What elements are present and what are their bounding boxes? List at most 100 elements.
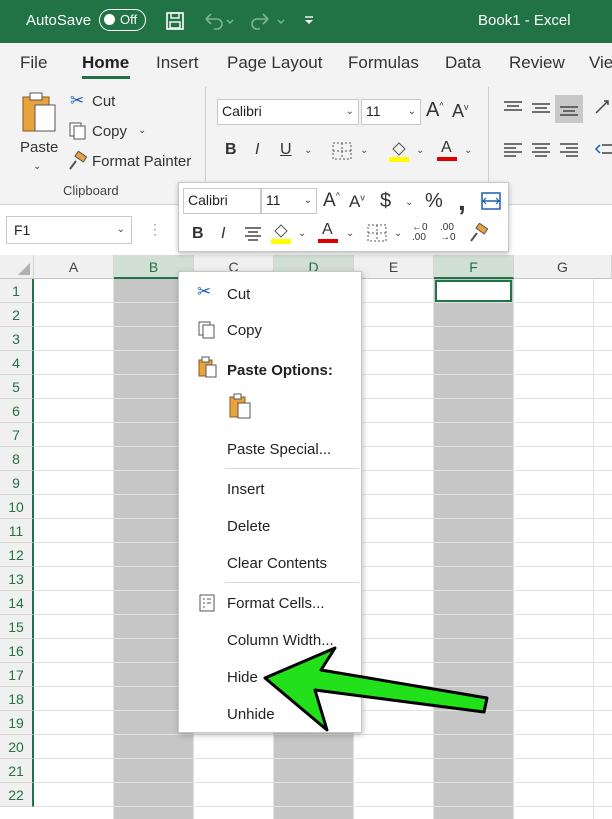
row-header-11[interactable]: 11 [0,519,34,543]
fill-color-icon[interactable] [388,139,410,163]
row-header-22[interactable]: 22 [0,783,34,807]
row-header-15[interactable]: 15 [0,615,34,639]
borders-icon[interactable] [366,223,388,243]
paste-options-header: Paste Options: [227,362,333,379]
align-center-icon[interactable] [243,225,263,243]
comma-style-icon[interactable]: , [458,185,466,217]
undo-icon[interactable] [201,10,237,32]
increase-font-icon[interactable]: A^ [426,99,444,122]
percent-style-icon[interactable]: % [425,190,443,213]
row-header-12[interactable]: 12 [0,543,34,567]
orientation-icon[interactable] [592,97,612,117]
menu-separator [225,468,359,469]
align-right-icon[interactable] [558,141,580,159]
menu-item-label: Clear Contents [227,555,328,572]
tab-view[interactable]: Vie [589,53,612,73]
menu-item-format-cells[interactable]: Format Cells... [179,585,361,621]
row-header-18[interactable]: 18 [0,687,34,711]
row-header-7[interactable]: 7 [0,423,34,447]
row-header-1[interactable]: 1 [0,279,34,303]
row-header-16[interactable]: 16 [0,639,34,663]
font-color-icon[interactable]: A [318,221,340,245]
row-header-9[interactable]: 9 [0,471,34,495]
select-all-corner[interactable] [0,255,34,279]
tab-file[interactable]: File [20,53,47,73]
decrease-indent-icon[interactable] [594,141,612,159]
italic-button[interactable]: I [255,141,259,159]
gridline-horizontal [34,758,612,759]
menu-item-clear-contents[interactable]: Clear Contents [179,545,361,581]
save-icon[interactable] [163,10,187,32]
paintbrush-icon[interactable] [469,223,489,243]
customize-toolbar-icon[interactable] [300,10,318,32]
column-header-e[interactable]: E [354,255,434,279]
decrease-decimal-icon[interactable]: .00 →0 [440,223,456,243]
gridline-vertical [513,279,514,819]
format-painter-button[interactable]: Format Painter [68,151,192,173]
menu-separator [225,582,359,583]
redo-icon[interactable] [249,10,289,32]
increase-font-icon[interactable]: A^ [323,190,340,212]
align-middle-icon[interactable] [530,99,552,117]
italic-button[interactable]: I [221,225,225,243]
row-header-17[interactable]: 17 [0,663,34,687]
mini-font-name-select[interactable]: Calibri [183,188,261,214]
cut-button[interactable]: ✂ Cut [68,91,128,113]
underline-button[interactable]: U [280,141,292,159]
font-color-icon[interactable]: A [437,139,459,163]
merge-center-icon[interactable] [480,191,502,211]
align-top-icon[interactable] [502,99,524,117]
active-tab-indicator [82,76,130,79]
column-header-g[interactable]: G [514,255,612,279]
align-center-icon[interactable] [530,141,552,159]
row-header-8[interactable]: 8 [0,447,34,471]
column-header-a[interactable]: A [34,255,114,279]
row-header-10[interactable]: 10 [0,495,34,519]
tab-page-layout[interactable]: Page Layout [227,53,322,73]
tab-data[interactable]: Data [445,53,481,73]
tab-home[interactable]: Home [82,53,129,73]
mini-toolbar: Calibri 11 ⌄ A^ Av $ ⌄ % , B I ⌄ A ⌄ ⌄ ←… [178,182,509,252]
fill-color-icon[interactable] [270,221,292,245]
menu-item-insert[interactable]: Insert [179,471,361,507]
menu-item-cut[interactable]: ✂ Cut [179,276,361,312]
tab-review[interactable]: Review [509,53,565,73]
row-header-14[interactable]: 14 [0,591,34,615]
copy-button[interactable]: Copy ⌄ [68,121,153,143]
menu-item-paste-special[interactable]: Paste Special... [179,431,361,467]
accounting-format-icon[interactable]: $ [380,190,391,213]
font-size-select[interactable]: 11 ⌄ [361,99,421,125]
column-header-f[interactable]: F [434,255,514,279]
active-cell[interactable] [435,280,512,302]
row-header-13[interactable]: 13 [0,567,34,591]
paste-button[interactable]: Paste ⌄ [14,89,64,175]
row-header-2[interactable]: 2 [0,303,34,327]
row-header-6[interactable]: 6 [0,399,34,423]
menu-item-copy[interactable]: Copy [179,312,361,348]
row-header-4[interactable]: 4 [0,351,34,375]
borders-icon[interactable] [331,141,353,161]
name-box[interactable]: F1 ⌄ [6,216,132,244]
align-bottom-button[interactable] [555,95,583,123]
align-left-icon[interactable] [502,141,524,159]
ribbon-separator [205,87,206,187]
increase-decimal-icon[interactable]: ←0.00 [412,223,428,243]
row-header-20[interactable]: 20 [0,735,34,759]
menu-item-delete[interactable]: Delete [179,508,361,544]
paste-keep-formatting-button[interactable] [227,392,257,422]
bold-button[interactable]: B [192,225,204,243]
copy-icon [198,321,215,339]
row-header-19[interactable]: 19 [0,711,34,735]
row-header-3[interactable]: 3 [0,327,34,351]
autosave-toggle[interactable]: Off [99,9,146,31]
row-header-5[interactable]: 5 [0,375,34,399]
row-header-21[interactable]: 21 [0,759,34,783]
bold-button[interactable]: B [225,141,237,159]
font-name-select[interactable]: Calibri ⌄ [217,99,359,125]
mini-font-size-select[interactable]: 11 ⌄ [261,188,317,214]
selected-column-f[interactable] [434,279,514,819]
tab-insert[interactable]: Insert [156,53,199,73]
decrease-font-icon[interactable]: Av [349,192,365,212]
tab-formulas[interactable]: Formulas [348,53,419,73]
decrease-font-icon[interactable]: Av [452,101,469,122]
